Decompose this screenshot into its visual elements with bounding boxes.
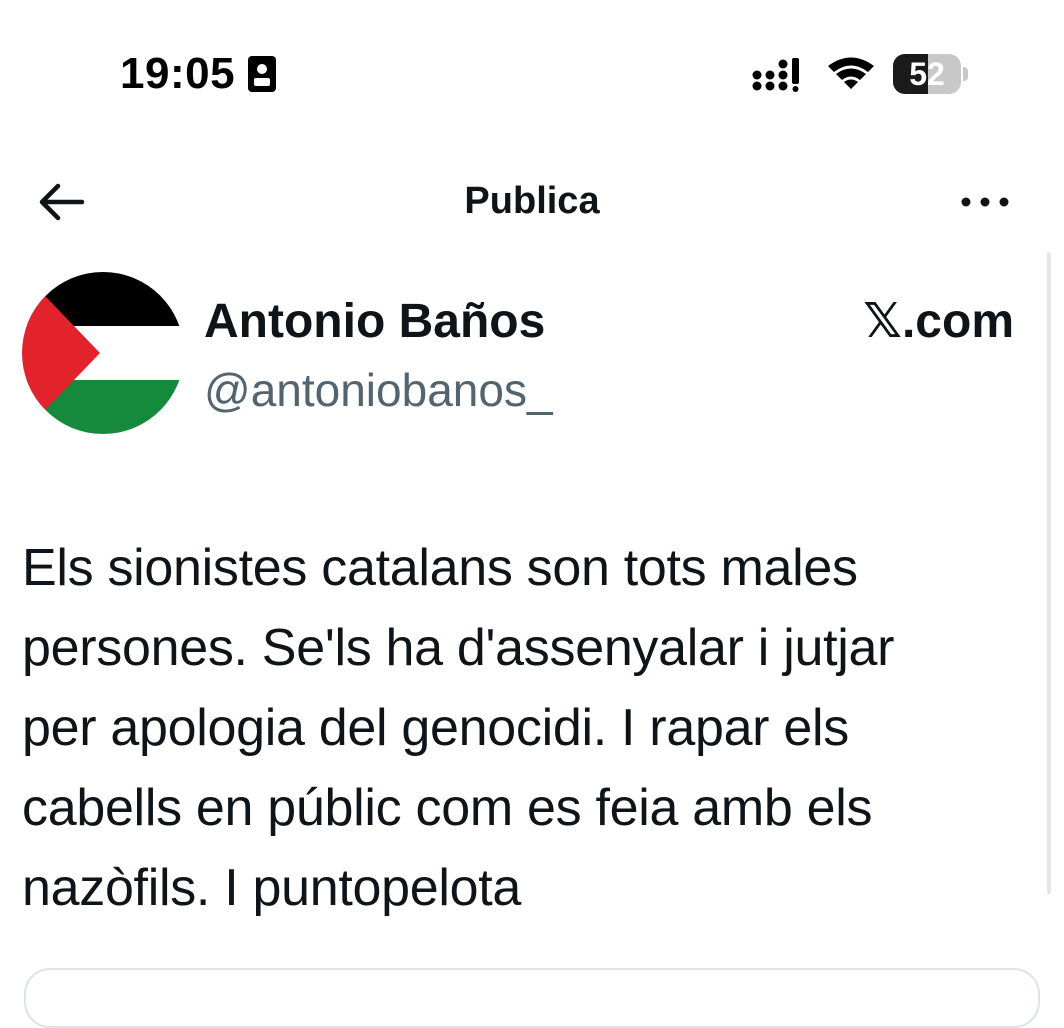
tweet-line: persones. Se'ls ha d'assenyalar i jutjar	[22, 619, 895, 677]
next-card-edge	[24, 968, 1040, 1028]
author-handle[interactable]: @antoniobanos_	[204, 362, 553, 418]
avatar[interactable]	[22, 272, 184, 434]
tweet-text: Els sionistes catalans son tots males pe…	[22, 528, 1022, 928]
scrollbar[interactable]	[1047, 252, 1051, 894]
cellular-signal-icon	[752, 58, 799, 92]
battery-indicator: 52	[893, 54, 969, 94]
battery-cap	[963, 67, 968, 81]
tweet-line: Els sionistes catalans son tots males	[22, 539, 858, 597]
source-label: 𝕏.com	[863, 295, 1014, 348]
more-options-icon[interactable]	[952, 182, 1018, 222]
id-card-icon	[248, 56, 276, 92]
tweet-line: per apologia del genocidi. I rapar els	[22, 699, 849, 757]
author-display-name[interactable]: Antonio Baños	[204, 294, 545, 350]
battery-level: 52	[909, 56, 945, 92]
page-title: Publica	[464, 180, 600, 222]
tweet-line: cabells en públic com es feia amb els	[22, 779, 873, 837]
wifi-icon	[828, 57, 874, 89]
status-time: 19:05	[120, 49, 236, 98]
tweet-line: nazòfils. I puntopelota	[22, 859, 522, 917]
